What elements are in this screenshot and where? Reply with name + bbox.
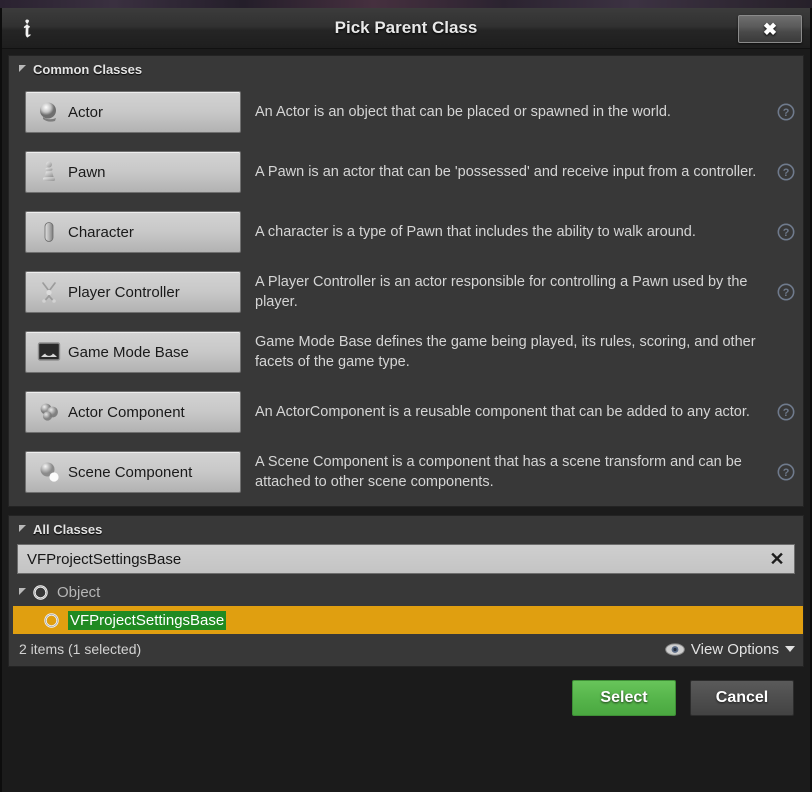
class-tree-row[interactable]: VFProjectSettingsBase	[13, 606, 803, 634]
common-classes-panel: Common Classes Actor An Actor is an objec…	[8, 55, 804, 507]
svg-text:?: ?	[783, 287, 790, 299]
clear-search-icon[interactable]: ✕	[760, 550, 794, 568]
class-tree-label: Object	[57, 584, 100, 601]
common-class-label: Actor Component	[68, 404, 185, 421]
common-class-row: Actor An Actor is an object that can be p…	[9, 82, 803, 142]
common-class-row: Player Controller A Player Controller is …	[9, 262, 803, 322]
class-circle-icon	[30, 582, 50, 602]
scene-component-icon	[36, 459, 62, 485]
close-window-button[interactable]: ✖	[738, 15, 802, 43]
common-class-button-player-controller[interactable]: Player Controller	[25, 271, 241, 313]
select-button-label: Select	[600, 689, 647, 707]
actor-sphere-icon	[36, 99, 62, 125]
help-icon[interactable]: ?	[769, 282, 803, 302]
dialog-footer: Select Cancel	[2, 667, 810, 729]
select-button[interactable]: Select	[572, 680, 676, 716]
game-mode-base-icon	[36, 339, 62, 365]
chevron-down-icon	[785, 646, 795, 652]
dialog-empty-area	[2, 729, 810, 792]
common-class-description: A Pawn is an actor that can be 'possesse…	[241, 162, 769, 182]
actor-component-icon	[36, 399, 62, 425]
help-icon[interactable]: ?	[769, 222, 803, 242]
svg-text:?: ?	[783, 227, 790, 239]
help-icon[interactable]: ?	[769, 102, 803, 122]
common-class-label: Game Mode Base	[68, 344, 189, 361]
class-tree-row[interactable]: Object	[13, 578, 803, 606]
common-class-button-character[interactable]: Character	[25, 211, 241, 253]
eye-icon	[665, 643, 685, 656]
common-class-row: Pawn A Pawn is an actor that can be 'poss…	[9, 142, 803, 202]
help-icon[interactable]: ?	[769, 162, 803, 182]
common-class-description: Game Mode Base defines the game being pl…	[241, 332, 769, 372]
class-tree-label: VFProjectSettingsBase	[68, 611, 226, 630]
svg-text:?: ?	[783, 107, 790, 119]
all-classes-header[interactable]: All Classes	[9, 516, 803, 542]
triangle-expanded-icon	[19, 525, 26, 532]
common-class-button-game-mode-base[interactable]: Game Mode Base	[25, 331, 241, 373]
svg-text:𝔦: 𝔦	[24, 14, 31, 43]
item-count-status: 2 items (1 selected)	[19, 641, 665, 657]
class-circle-icon	[41, 610, 61, 630]
view-options-button[interactable]: View Options	[665, 641, 795, 658]
svg-text:?: ?	[783, 407, 790, 419]
svg-text:?: ?	[783, 467, 790, 479]
all-classes-header-label: All Classes	[33, 522, 102, 537]
help-icon[interactable]: ?	[769, 462, 803, 482]
all-classes-panel: All Classes ✕ Object VFProjectSettingsBas…	[8, 515, 804, 667]
common-class-row: Scene Component A Scene Component is a co…	[9, 442, 803, 502]
common-classes-header-label: Common Classes	[33, 62, 142, 77]
unreal-engine-logo-icon: 𝔦	[2, 8, 48, 48]
common-classes-header[interactable]: Common Classes	[9, 56, 803, 82]
svg-text:?: ?	[783, 167, 790, 179]
character-capsule-icon	[36, 219, 62, 245]
common-class-description: A Player Controller is an actor responsi…	[241, 272, 769, 312]
common-class-button-actor[interactable]: Actor	[25, 91, 241, 133]
common-class-button-scene-component[interactable]: Scene Component	[25, 451, 241, 493]
triangle-expanded-icon[interactable]	[19, 588, 26, 595]
player-controller-icon	[36, 279, 62, 305]
common-class-button-actor-component[interactable]: Actor Component	[25, 391, 241, 433]
common-class-label: Scene Component	[68, 464, 192, 481]
title-bar: 𝔦 Pick Parent Class ✖	[2, 8, 810, 49]
common-class-button-pawn[interactable]: Pawn	[25, 151, 241, 193]
window-title: Pick Parent Class	[2, 8, 810, 48]
common-class-row: Actor Component An ActorComponent is a re…	[9, 382, 803, 442]
common-class-description: A character is a type of Pawn that inclu…	[241, 222, 769, 242]
common-class-label: Pawn	[68, 164, 106, 181]
common-class-description: A Scene Component is a component that ha…	[241, 452, 769, 492]
common-class-label: Actor	[68, 104, 103, 121]
close-icon: ✖	[763, 21, 777, 38]
cancel-button[interactable]: Cancel	[690, 680, 794, 716]
common-class-label: Character	[68, 224, 134, 241]
desktop-background-strip	[0, 0, 812, 8]
search-input[interactable]	[18, 550, 760, 569]
common-classes-list: Actor An Actor is an object that can be p…	[9, 82, 803, 506]
common-class-description: An ActorComponent is a reusable componen…	[241, 402, 769, 422]
help-icon[interactable]: ?	[769, 402, 803, 422]
pick-parent-class-dialog: 𝔦 Pick Parent Class ✖ Common Classes Act…	[0, 8, 812, 792]
pawn-chess-piece-icon	[36, 159, 62, 185]
common-class-row: Character A character is a type of Pawn t…	[9, 202, 803, 262]
common-class-label: Player Controller	[68, 284, 180, 301]
triangle-expanded-icon	[19, 65, 26, 72]
view-options-label: View Options	[691, 641, 779, 658]
class-search-box: ✕	[17, 544, 795, 574]
common-class-description: An Actor is an object that can be placed…	[241, 102, 769, 122]
common-class-row: Game Mode Base Game Mode Base defines the…	[9, 322, 803, 382]
cancel-button-label: Cancel	[716, 689, 768, 707]
status-bar: 2 items (1 selected) View Options	[9, 634, 803, 664]
class-tree: Object VFProjectSettingsBase	[9, 578, 803, 634]
